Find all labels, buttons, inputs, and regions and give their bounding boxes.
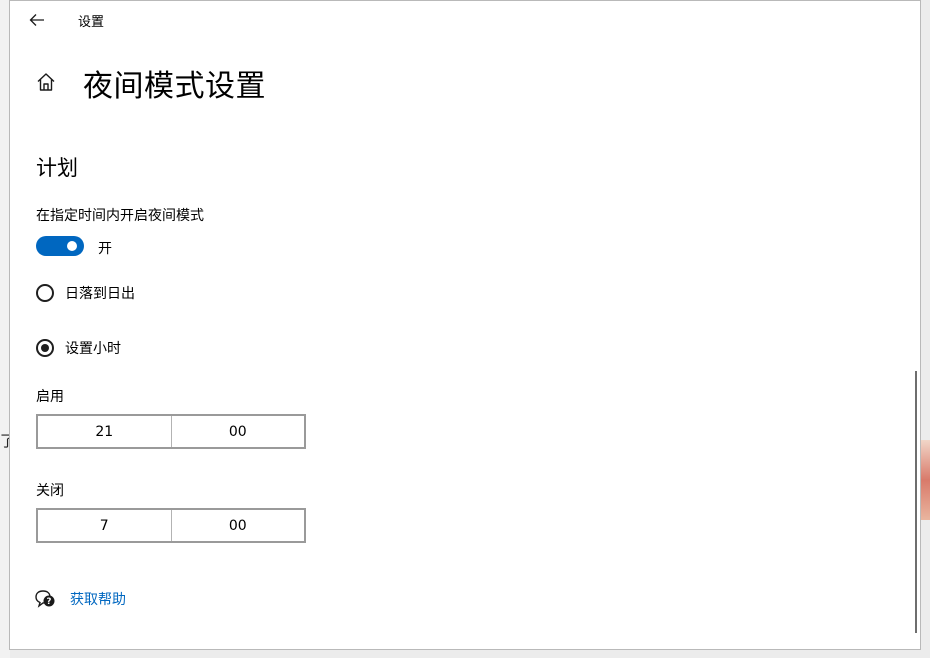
turn-off-minute[interactable]: 00: [170, 510, 305, 541]
radio-label-sunset: 日落到日出: [65, 286, 135, 302]
radio-set-hours[interactable]: 设置小时: [36, 338, 121, 358]
turn-on-label: 启用: [36, 389, 64, 405]
settings-window: 设置 夜间模式设置 计划 在指定时间内开启夜间模式 开 日落到日出 设置小时 启…: [9, 0, 921, 650]
schedule-toggle[interactable]: [36, 236, 84, 256]
radio-sunset-to-sunrise[interactable]: 日落到日出: [36, 283, 135, 303]
back-button[interactable]: [24, 7, 50, 33]
title-bar: 设置: [10, 1, 920, 41]
svg-text:?: ?: [47, 597, 52, 607]
turn-off-hour[interactable]: 7: [38, 510, 171, 541]
home-icon[interactable]: [35, 71, 57, 93]
page-title: 夜间模式设置: [83, 69, 266, 104]
turn-off-time-picker[interactable]: 7 00: [36, 508, 306, 543]
schedule-toggle-label: 在指定时间内开启夜间模式: [36, 208, 204, 224]
get-help-link[interactable]: 获取帮助: [70, 589, 126, 609]
arrow-left-icon: [29, 14, 44, 26]
turn-on-hour[interactable]: 21: [38, 416, 171, 447]
window-title: 设置: [78, 15, 105, 30]
help-chat-icon: ?: [35, 590, 55, 608]
turn-on-minute[interactable]: 00: [170, 416, 305, 447]
section-title-schedule: 计划: [36, 156, 78, 180]
turn-on-time-picker[interactable]: 21 00: [36, 414, 306, 449]
scrollbar[interactable]: [915, 371, 917, 633]
toggle-state-label: 开: [98, 241, 112, 257]
radio-button-unchecked[interactable]: [36, 284, 54, 302]
radio-label-set-hours: 设置小时: [65, 341, 121, 357]
radio-button-checked[interactable]: [36, 339, 54, 357]
turn-off-label: 关闭: [36, 483, 64, 499]
toggle-knob: [67, 241, 77, 251]
get-help-row[interactable]: ? 获取帮助: [34, 589, 126, 609]
